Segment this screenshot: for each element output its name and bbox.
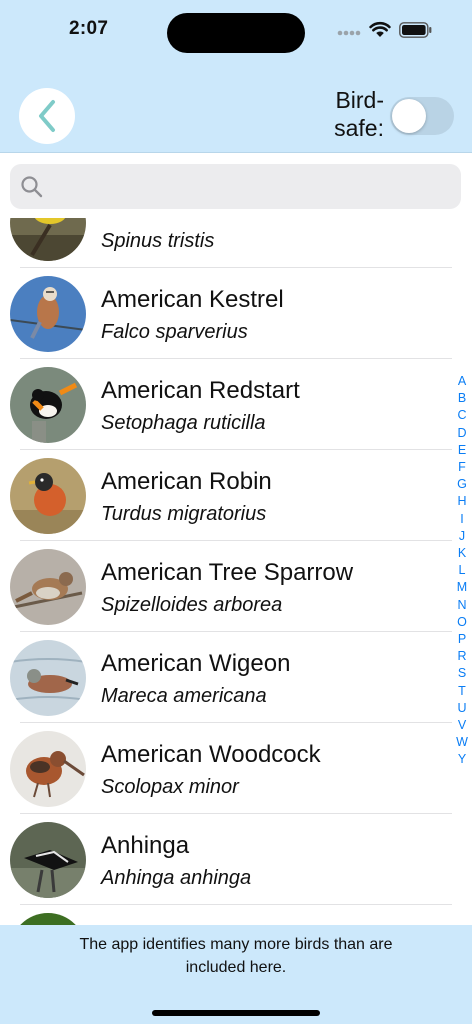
index-letter-i[interactable]: I [460, 511, 463, 528]
search-icon [21, 175, 43, 197]
bird-common-name: Anhinga [101, 832, 190, 859]
list-item[interactable]: Spinus tristis [0, 218, 472, 268]
bird-scientific-name: Spizelloides arborea [101, 594, 283, 616]
bird-scientific-name: Mareca americana [101, 685, 267, 707]
bird-scientific-name: Anhinga anhinga [101, 867, 252, 889]
search-bar[interactable] [10, 164, 461, 209]
index-letter-e[interactable]: E [458, 442, 466, 459]
index-letter-c[interactable]: C [457, 407, 466, 424]
index-letter-f[interactable]: F [458, 459, 466, 476]
bird-common-name: American Redstart [101, 377, 300, 404]
list-item[interactable]: American Kestrel Falco sparverius [0, 268, 472, 359]
index-letter-n[interactable]: N [457, 597, 466, 614]
bird-scientific-name: Setophaga ruticilla [101, 412, 266, 434]
list-item[interactable]: American Tree Sparrow Spizelloides arbor… [0, 541, 472, 632]
header-bar: 2:07 Bird- safe: [0, 0, 472, 153]
battery-icon [399, 21, 432, 43]
bird-common-name: American Robin [101, 468, 272, 495]
index-letter-v[interactable]: V [458, 717, 466, 734]
index-letter-m[interactable]: M [457, 579, 467, 596]
bird-common-name: American Wigeon [101, 650, 291, 677]
birdsafe-label-line2: safe: [334, 115, 384, 141]
index-letter-j[interactable]: J [459, 528, 465, 545]
list-item[interactable]: American Redstart Setophaga ruticilla [0, 359, 472, 450]
birdsafe-label: Bird- safe: [322, 86, 384, 142]
bird-common-name: American Tree Sparrow [101, 559, 354, 586]
list-item[interactable]: American Wigeon Mareca americana [0, 632, 472, 723]
signal-dots-icon [337, 23, 361, 41]
index-letter-t[interactable]: T [458, 683, 466, 700]
index-letter-o[interactable]: O [457, 614, 467, 631]
bird-scientific-name: Falco sparverius [101, 321, 248, 343]
wifi-icon [369, 21, 391, 43]
section-index[interactable]: ABCDEFGHIJKLMNOPRSTUVWY [452, 373, 472, 769]
index-letter-s[interactable]: S [458, 665, 466, 682]
bird-list: Spinus tristis American Kestrel Falco sp… [0, 218, 472, 925]
index-letter-b[interactable]: B [458, 390, 466, 407]
index-letter-g[interactable]: G [457, 476, 467, 493]
home-indicator [152, 1010, 320, 1016]
bird-photo-partial [10, 913, 86, 925]
bird-scientific-name: Turdus migratorius [101, 503, 267, 525]
index-letter-a[interactable]: A [458, 373, 466, 390]
bird-photo-tree-sparrow [10, 549, 86, 625]
footer-note: The app identifies many more birds than … [79, 936, 393, 976]
bird-photo-kestrel [10, 276, 86, 352]
bird-photo-robin [10, 458, 86, 534]
bird-common-name: American Kestrel [101, 286, 284, 313]
bird-photo-wigeon [10, 640, 86, 716]
back-button[interactable] [19, 88, 75, 144]
bird-common-name: American Woodcock [101, 741, 321, 768]
dynamic-island [167, 13, 305, 53]
list-item[interactable]: American Woodcock Scolopax minor [0, 723, 472, 814]
bird-scientific-name: Scolopax minor [101, 776, 239, 798]
index-letter-l[interactable]: L [459, 562, 466, 579]
bird-list-screen: 2:07 Bird- safe: Spinus tristis American… [0, 0, 472, 1024]
bird-photo-goldfinch [10, 218, 86, 261]
index-letter-r[interactable]: R [457, 648, 466, 665]
index-letter-h[interactable]: H [457, 493, 466, 510]
bird-scientific-name: Spinus tristis [101, 230, 215, 252]
bird-photo-redstart [10, 367, 86, 443]
status-icons [337, 20, 432, 44]
index-letter-w[interactable]: W [456, 734, 468, 751]
chevron-left-icon [39, 100, 55, 132]
index-letter-p[interactable]: P [458, 631, 466, 648]
status-time: 2:07 [69, 18, 109, 39]
list-item[interactable]: Anhinga Anhinga anhinga [0, 814, 472, 905]
toggle-knob[interactable] [392, 99, 426, 133]
list-item[interactable]: American Robin Turdus migratorius [0, 450, 472, 541]
index-letter-u[interactable]: U [457, 700, 466, 717]
birdsafe-toggle[interactable] [390, 97, 454, 135]
search-input[interactable] [52, 174, 446, 199]
footer-bar: The app identifies many more birds than … [0, 925, 472, 1024]
list-item[interactable] [0, 905, 472, 925]
bird-photo-anhinga [10, 822, 86, 898]
bird-list-viewport: Spinus tristis American Kestrel Falco sp… [0, 218, 472, 925]
bird-photo-woodcock [10, 731, 86, 807]
birdsafe-label-line1: Bird- [335, 87, 384, 113]
index-letter-y[interactable]: Y [458, 751, 466, 768]
index-letter-k[interactable]: K [458, 545, 466, 562]
index-letter-d[interactable]: D [457, 425, 466, 442]
